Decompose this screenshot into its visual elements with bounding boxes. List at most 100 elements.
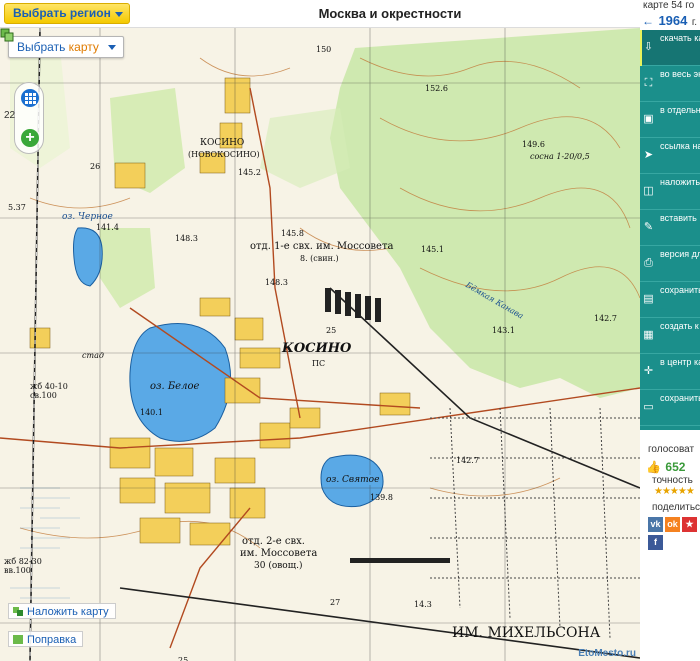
tool-fullscreen[interactable]: ⛶ во весь экран: [640, 66, 700, 102]
tool-center[interactable]: ✛ в центр карты: [640, 354, 700, 390]
elevation-label: 25: [178, 656, 189, 661]
tool-link[interactable]: ➤ ссылка на это место: [640, 138, 700, 174]
save-image-icon: ▤: [643, 293, 654, 305]
fullscreen-icon: ⛶: [644, 77, 653, 89]
mymail-icon[interactable]: ★: [682, 517, 697, 532]
year-selector[interactable]: ← 1964 г.: [642, 12, 697, 30]
center-icon: ✛: [643, 365, 654, 377]
elevation-label: 140.1: [140, 408, 163, 417]
zoom-control: +: [14, 82, 44, 154]
zoom-in-button[interactable]: +: [21, 129, 39, 147]
label-zh-note-2: жб 82-30 вв.100: [4, 557, 42, 575]
tool-print[interactable]: ⎙ версия для печати: [640, 246, 700, 282]
chevron-down-icon: [107, 45, 116, 50]
label-lake-beloe: оз. Белое: [150, 381, 200, 392]
chevron-down-icon: [114, 12, 123, 17]
tool-blog[interactable]: ✎ вставить в блог: [640, 210, 700, 246]
elevation-label: 142.7: [456, 456, 479, 465]
elevation-label: 26: [90, 162, 101, 171]
label-ps: ПС: [312, 359, 326, 368]
tool-label: вставить в блог: [660, 213, 700, 223]
elevation-label: 149.6: [522, 140, 545, 149]
wpt-icon: ▭: [643, 401, 654, 413]
label-novokosino: (НОВОКОСИНО): [188, 150, 260, 159]
print-icon: ⎙: [644, 257, 653, 269]
tool-label: сохранить как картин: [660, 285, 700, 295]
tool-label: наложить карту на: [660, 177, 700, 187]
watermark: EtoMesto.ru: [578, 648, 636, 659]
label-kosino: КОСИНО: [200, 138, 245, 148]
elevation-label: 148.3: [265, 278, 288, 287]
choose-map-label-b: карту: [68, 40, 99, 54]
elevation-label: 25: [326, 326, 337, 335]
label-stadium: стад: [82, 351, 104, 360]
facebook-icon[interactable]: f: [648, 535, 663, 550]
accuracy-stars[interactable]: ★★★★★: [654, 486, 695, 497]
elevation-label: 139.8: [370, 493, 393, 502]
choose-map-label-a: Выбрать: [17, 40, 69, 54]
map-view[interactable]: КОСИНО (НОВОКОСИНО) КОСИНО ПС оз. Белое …: [0, 28, 640, 661]
correction-button[interactable]: Поправка: [8, 631, 84, 647]
tool-label: ссылка на это место: [660, 141, 700, 151]
accuracy-caption: точность: [652, 475, 693, 486]
overlay-icon: [13, 607, 23, 616]
tool-label: скачать карту: [660, 33, 700, 43]
tool-label: во весь экран: [660, 69, 700, 79]
year-suffix: г.: [691, 17, 698, 28]
overlay-map-button[interactable]: Наложить карту: [8, 603, 116, 619]
elevation-label: 145.2: [238, 168, 261, 177]
layers-icon[interactable]: [0, 28, 14, 42]
tool-save-image[interactable]: ▤ сохранить как картин: [640, 282, 700, 318]
tool-download[interactable]: ⇩ скачать карту: [640, 30, 700, 66]
elevation-label: 148.3: [175, 234, 198, 243]
label-lake-chernoe: оз. Черное: [62, 212, 113, 222]
vote-caption: голосоват: [648, 444, 695, 455]
label-farm2-line1: отд. 2-е свх.: [242, 536, 305, 547]
share-buttons: vk ok ★ f: [648, 514, 700, 550]
elevation-label: 14.3: [414, 600, 432, 609]
tool-label: в центр карты: [660, 357, 700, 367]
overlay-icon: ◫: [643, 185, 654, 197]
grid-icon[interactable]: [21, 89, 39, 107]
elevation-label: 152.6: [425, 84, 448, 93]
odnoklassniki-icon[interactable]: ok: [665, 517, 680, 532]
tool-overlay[interactable]: ◫ наложить карту на: [640, 174, 700, 210]
tool-new-window[interactable]: ▣ в отдельном окне: [640, 102, 700, 138]
vk-icon[interactable]: vk: [648, 517, 663, 532]
vote-count: 652: [665, 460, 686, 474]
tool-label: создать к привязке: [660, 321, 700, 331]
grid-icon: ▦: [643, 329, 654, 341]
zoom-level: 22: [4, 110, 16, 121]
tool-create-binding[interactable]: ▦ создать к привязке: [640, 318, 700, 354]
label-farm1: отд. 1-е свх. им. Моссовета: [250, 241, 394, 252]
choose-region-button[interactable]: Выбрать регион: [4, 3, 130, 24]
pencil-icon: ✎: [643, 221, 654, 233]
tool-label: сохранить WPT точку: [660, 393, 700, 403]
map-year: 1964: [658, 13, 688, 28]
choose-map-dropdown[interactable]: Выбрать карту: [8, 36, 124, 58]
tools-panel: ⇩ скачать карту ⛶ во весь экран ▣ в отдельн…: [640, 30, 700, 430]
elevation-label: 145.8: [281, 229, 304, 238]
elevation-label: 141.4: [96, 223, 119, 232]
tool-label: в отдельном окне: [660, 105, 700, 115]
arrow-left-icon[interactable]: ←: [642, 14, 654, 28]
right-sidebar: карте 54 го ← 1964 г. ⇩ скачать карту ⛶ во…: [640, 0, 700, 661]
label-forest-note: сосна 1-20/0,5: [530, 152, 590, 161]
tool-label: версия для печати: [660, 249, 700, 259]
label-mikhelsona: ИМ. МИХЕЛЬСОНА: [452, 625, 601, 641]
overlay-map-label: Наложить карту: [27, 606, 109, 618]
correction-label: Поправка: [27, 634, 77, 646]
label-lake-svyatoe: оз. Святое: [326, 475, 380, 485]
label-farm2-line2: им. Моссовета: [240, 548, 318, 559]
map-year-caption: карте 54 го: [643, 0, 695, 11]
share-caption: поделитьс: [652, 502, 700, 513]
page-title: Москва и окрестности: [318, 6, 462, 21]
new-window-icon: ▣: [643, 113, 654, 125]
vote-button[interactable]: 👍 652: [646, 458, 685, 476]
elevation-label: 150: [316, 45, 332, 54]
tool-save-wpt[interactable]: ▭ сохранить WPT точку: [640, 390, 700, 426]
elevation-label: 142.7: [594, 314, 617, 323]
correction-icon: [13, 635, 23, 644]
label-zh-note: жб 40-10 св.100: [30, 382, 68, 400]
elevation-label: 143.1: [492, 326, 515, 335]
